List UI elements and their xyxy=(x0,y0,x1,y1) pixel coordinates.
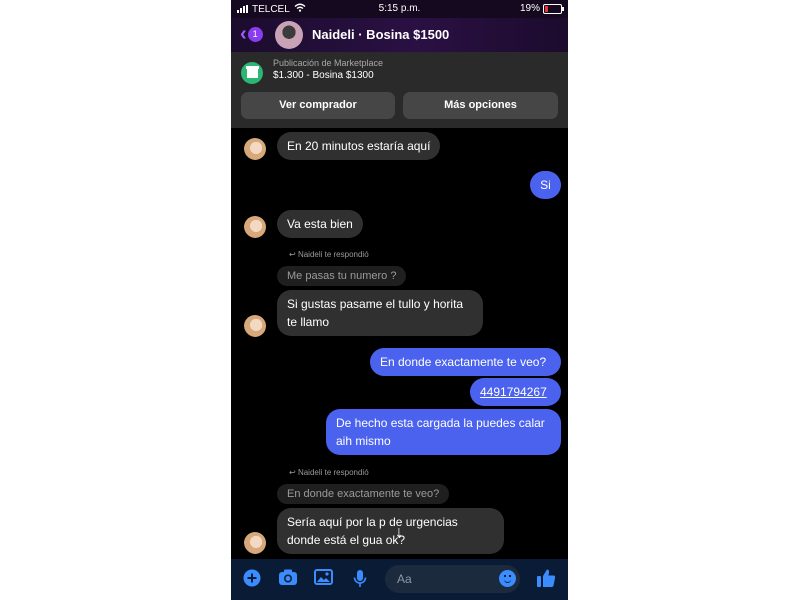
phone-number-message[interactable]: 4491794267 xyxy=(470,378,561,406)
quoted-message[interactable]: Me pasas tu numero ? xyxy=(277,266,407,286)
unread-badge: 1 xyxy=(247,26,263,42)
thumbs-up-icon[interactable] xyxy=(536,568,556,588)
more-options-button[interactable]: Más opciones xyxy=(403,92,558,119)
marketplace-banner: Publicación de Marketplace $1.300 - Bosi… xyxy=(231,52,568,128)
mic-icon[interactable] xyxy=(350,569,370,589)
message-incoming[interactable]: En 20 minutos estaría aquí xyxy=(277,132,441,160)
battery-percent: 19% xyxy=(519,3,540,14)
reply-indicator: ↩ Naideli te respondió xyxy=(289,250,369,259)
chat-title[interactable]: Naideli · Bosina $1500 xyxy=(312,27,449,42)
quoted-message[interactable]: En donde exactamente te veo? xyxy=(277,484,450,504)
reply-indicator: ↩ Naideli te respondió xyxy=(289,468,369,477)
message-incoming[interactable]: Si gustas pasame el tullo y horita te ll… xyxy=(277,290,483,336)
image-icon[interactable] xyxy=(313,569,333,589)
composer-bar: Aa xyxy=(231,559,568,600)
message-list[interactable]: En 20 minutos estaría aquí Si Va esta bi… xyxy=(231,128,568,559)
sender-avatar xyxy=(244,138,266,160)
emoji-icon[interactable] xyxy=(499,570,516,587)
message-outgoing[interactable]: Si xyxy=(530,171,561,199)
phone-screen: TELCEL 5:15 p.m. 19% ‹ 1 Naideli · Bosin… xyxy=(231,0,568,600)
sender-avatar xyxy=(244,216,266,238)
message-incoming[interactable]: Va esta bien xyxy=(277,210,363,238)
camera-icon[interactable] xyxy=(278,569,298,589)
battery-icon xyxy=(543,3,564,14)
reply-arrow-icon: ↩ xyxy=(289,468,296,477)
arrow-down-icon[interactable]: ↓ xyxy=(387,521,411,545)
status-bar: TELCEL 5:15 p.m. 19% xyxy=(231,0,568,18)
back-chevron-icon: ‹ xyxy=(240,23,247,45)
back-button[interactable]: ‹ 1 xyxy=(240,24,263,44)
marketplace-item[interactable]: $1.300 - Bosina $1300 xyxy=(273,70,374,81)
status-time: 5:15 p.m. xyxy=(378,3,421,14)
contact-avatar[interactable] xyxy=(275,21,303,49)
plus-icon[interactable] xyxy=(242,569,262,589)
sender-avatar xyxy=(244,315,266,337)
chat-header: ‹ 1 Naideli · Bosina $1500 xyxy=(231,18,568,52)
reply-arrow-icon: ↩ xyxy=(289,250,296,259)
view-buyer-button[interactable]: Ver comprador xyxy=(241,92,395,119)
marketplace-label: Publicación de Marketplace xyxy=(273,58,384,68)
store-icon xyxy=(241,62,263,84)
sender-avatar xyxy=(244,532,266,554)
phone-number-link[interactable]: 4491794267 xyxy=(480,385,547,399)
message-outgoing[interactable]: De hecho esta cargada la puedes calar ai… xyxy=(326,409,561,455)
message-outgoing[interactable]: En donde exactamente te veo? xyxy=(370,348,561,376)
